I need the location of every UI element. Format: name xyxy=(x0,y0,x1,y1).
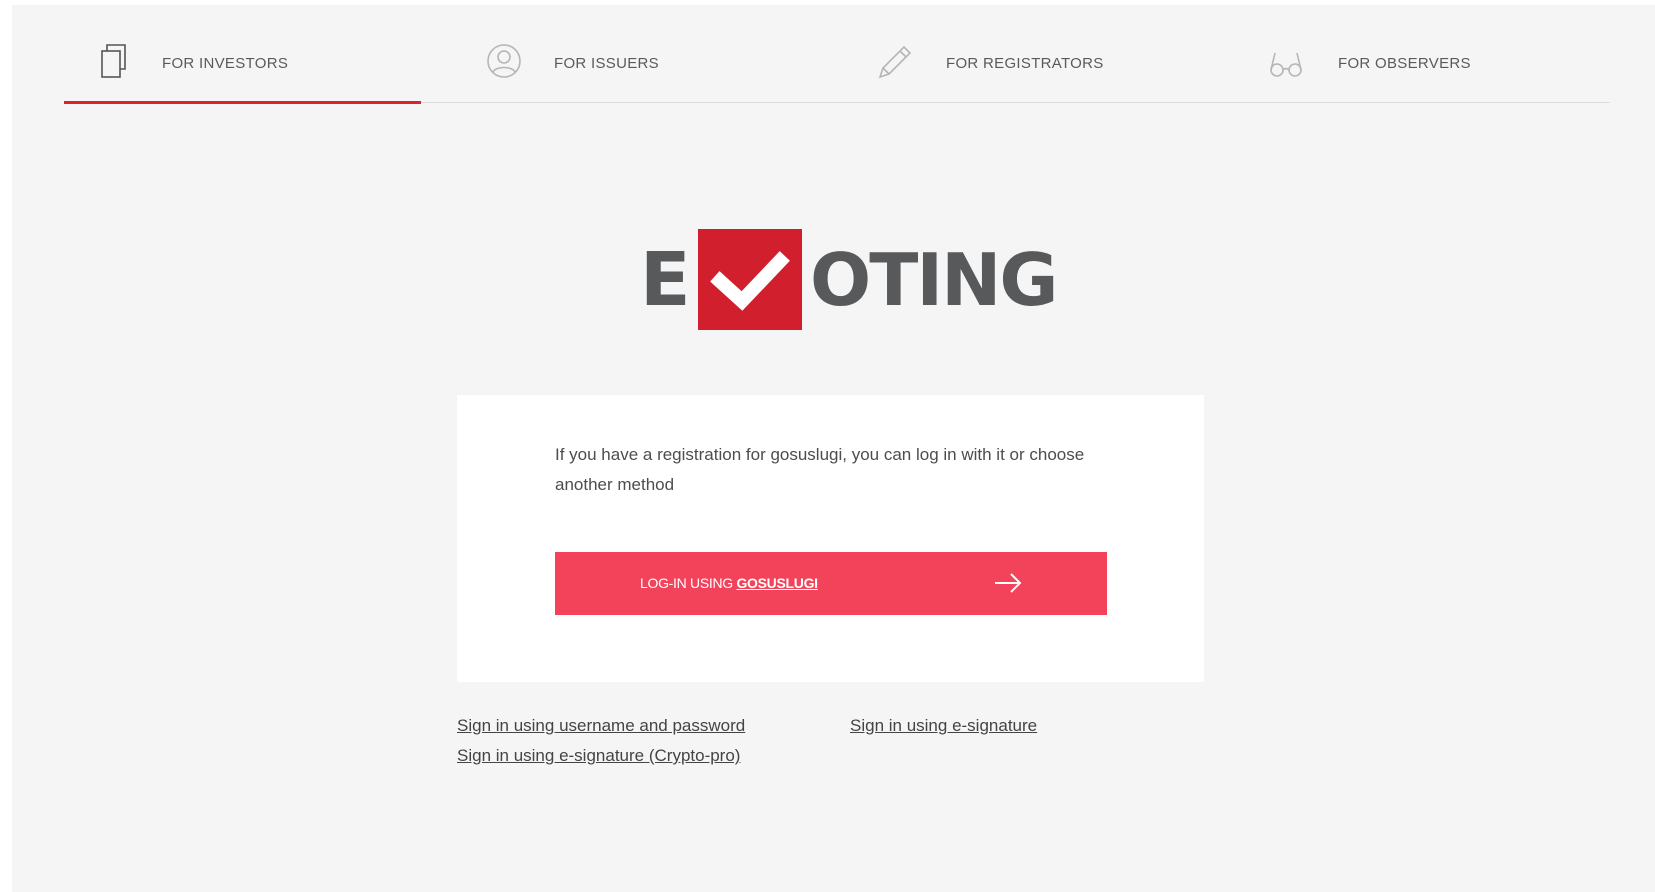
signin-cryptopro-link[interactable]: Sign in using e-signature (Crypto-pro) xyxy=(457,746,740,766)
tab-label: FOR INVESTORS xyxy=(162,55,289,72)
pencil-icon xyxy=(874,41,914,81)
login-button-label: LOG-IN USING GOSUSLUGI xyxy=(640,575,818,591)
glasses-icon xyxy=(1266,41,1306,81)
arrow-right-icon xyxy=(993,570,1023,596)
tab-label: FOR REGISTRATORS xyxy=(946,55,1104,72)
tab-issuers[interactable]: FOR ISSUERS xyxy=(456,5,813,102)
tab-registrators[interactable]: FOR REGISTRATORS xyxy=(848,5,1205,102)
tab-label: FOR ISSUERS xyxy=(554,55,659,72)
user-circle-icon xyxy=(484,41,524,81)
login-button-brand: GOSUSLUGI xyxy=(736,575,818,591)
signin-password-link[interactable]: Sign in using username and password xyxy=(457,716,745,736)
signin-esignature-link[interactable]: Sign in using e-signature xyxy=(850,716,1037,736)
page-background: FOR INVESTORS FOR ISSUERS FOR REGISTRATO… xyxy=(12,5,1655,892)
checkmark-icon xyxy=(698,229,802,330)
login-intro-text: If you have a registration for gosuslugi… xyxy=(555,445,1085,494)
logo-text: OTING xyxy=(810,238,1058,322)
copy-icon xyxy=(94,41,134,81)
login-card: If you have a registration for gosuslugi… xyxy=(457,395,1204,682)
evoting-logo: E OTING xyxy=(640,229,1058,334)
tab-observers[interactable]: FOR OBSERVERS xyxy=(1240,5,1597,102)
tab-label: FOR OBSERVERS xyxy=(1338,55,1471,72)
tab-investors[interactable]: FOR INVESTORS xyxy=(64,5,421,104)
gosuslugi-login-button[interactable]: LOG-IN USING GOSUSLUGI xyxy=(555,552,1107,615)
login-button-prefix: LOG-IN USING xyxy=(640,575,737,591)
role-tabs: FOR INVESTORS FOR ISSUERS FOR REGISTRATO… xyxy=(64,5,1610,104)
logo-letter-e: E xyxy=(640,237,691,323)
